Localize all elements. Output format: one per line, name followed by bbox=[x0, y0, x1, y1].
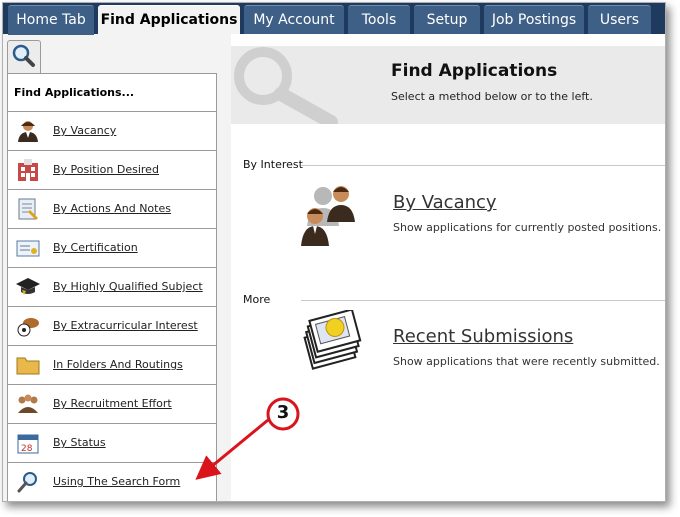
callout-number: 3 bbox=[276, 402, 290, 423]
callout-arrow bbox=[195, 418, 269, 480]
callout-overlay bbox=[195, 397, 300, 480]
